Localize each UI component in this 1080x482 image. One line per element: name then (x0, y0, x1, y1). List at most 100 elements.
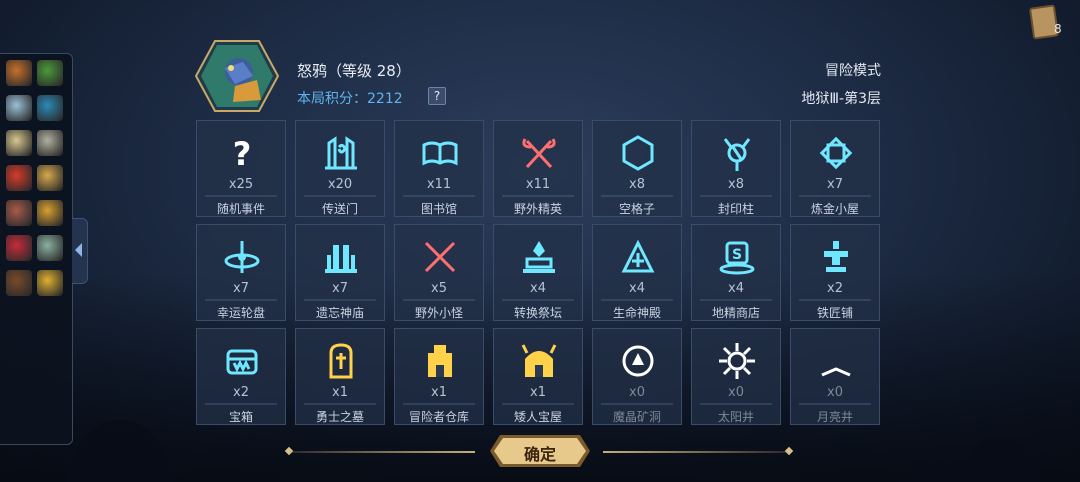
event-cell[interactable]: x5 野外小怪 (394, 224, 484, 321)
event-count: x0 (629, 385, 645, 400)
green-pack-icon[interactable] (37, 60, 63, 86)
event-cell[interactable]: x0 月亮井 (790, 328, 880, 425)
event-divider (700, 195, 772, 197)
event-divider (205, 195, 277, 197)
moon-well-icon (821, 347, 851, 377)
event-name: 遗忘神庙 (315, 306, 364, 320)
scroll-icon[interactable] (6, 130, 32, 156)
event-name: 封印柱 (717, 202, 754, 216)
event-cell[interactable]: x11 野外精英 (493, 120, 583, 217)
event-name: 宝箱 (228, 410, 253, 424)
event-name: 幸运轮盘 (216, 306, 265, 320)
event-name: 野外精英 (513, 202, 562, 216)
tome-icon[interactable] (6, 270, 32, 296)
event-cell[interactable]: x0 太阳井 (691, 328, 781, 425)
chili-icon[interactable] (6, 165, 32, 191)
event-cell[interactable]: x1 冒险者仓库 (394, 328, 484, 425)
event-cell[interactable]: x7 遗忘神庙 (295, 224, 385, 321)
event-name: 魔晶矿洞 (612, 410, 661, 424)
event-name: 炼金小屋 (810, 202, 859, 216)
event-cell[interactable]: ? x25 随机事件 (196, 120, 286, 217)
warehouse-icon (428, 345, 452, 377)
event-cell[interactable]: x20 传送门 (295, 120, 385, 217)
event-cell[interactable]: x4 转换祭坛 (493, 224, 583, 321)
event-divider (601, 299, 673, 301)
confirm-label: 确定 (523, 445, 556, 464)
sun-well-icon (719, 343, 755, 379)
collapse-panel-tab[interactable] (72, 218, 88, 284)
question-icon: ? (233, 135, 252, 173)
crossed-swords-icon (424, 241, 456, 273)
event-divider (601, 403, 673, 405)
event-cell[interactable]: x4 生命神殿 (592, 224, 682, 321)
event-divider (799, 403, 871, 405)
event-count: x7 (827, 177, 843, 192)
event-name: 转换祭坛 (513, 306, 562, 320)
event-divider (205, 403, 277, 405)
event-count: x4 (728, 281, 744, 296)
divider-line (603, 451, 788, 453)
event-count: x2 (827, 281, 843, 296)
potion-icon[interactable] (37, 235, 63, 261)
event-name: 传送门 (321, 202, 358, 216)
event-count: x0 (728, 385, 744, 400)
event-divider (601, 195, 673, 197)
event-divider (502, 403, 574, 405)
event-name: 月亮井 (816, 410, 853, 424)
event-count: x4 (629, 281, 645, 296)
confirm-button[interactable]: 确定 (488, 433, 592, 469)
card-count: 8 (1054, 22, 1062, 36)
red-orb-icon[interactable] (6, 235, 32, 261)
gold-glove-icon[interactable] (37, 200, 63, 226)
event-cell[interactable]: x8 封印柱 (691, 120, 781, 217)
event-cell[interactable]: x0 魔晶矿洞 (592, 328, 682, 425)
event-cell[interactable]: x1 矮人宝屋 (493, 328, 583, 425)
alchemy-icon (819, 136, 853, 170)
event-name: 生命神殿 (612, 306, 661, 320)
svg-text:?: ? (233, 135, 252, 173)
event-cell[interactable]: x2 铁匠铺 (790, 224, 880, 321)
blue-shell-icon[interactable] (37, 95, 63, 121)
event-count: x1 (332, 385, 348, 400)
event-divider (403, 403, 475, 405)
event-count: x0 (827, 385, 843, 400)
scroll-stone-icon[interactable] (37, 130, 63, 156)
event-count: x1 (431, 385, 447, 400)
score-label: 本局积分：2212 (297, 91, 403, 107)
event-cell[interactable]: x7 炼金小屋 (790, 120, 880, 217)
event-divider (205, 299, 277, 301)
hero-name: 怒鸦（等级 28） (297, 62, 411, 80)
event-name: 空格子 (618, 202, 655, 216)
crystal-mine-icon (622, 345, 654, 377)
svg-text:S: S (732, 247, 742, 263)
hexagon-icon (622, 135, 654, 171)
temple-icon (325, 245, 357, 273)
event-count: x1 (530, 385, 546, 400)
event-divider (403, 195, 475, 197)
event-count: x7 (233, 281, 249, 296)
map-icon[interactable] (6, 95, 32, 121)
help-button[interactable]: ? (428, 87, 446, 105)
meat-icon[interactable] (6, 200, 32, 226)
event-cell[interactable]: x11 图书馆 (394, 120, 484, 217)
event-divider (799, 299, 871, 301)
gold-bars-icon[interactable] (37, 270, 63, 296)
event-name: 随机事件 (216, 202, 265, 216)
event-cell[interactable]: x7 幸运轮盘 (196, 224, 286, 321)
event-count: x11 (426, 177, 452, 192)
torch-icon[interactable] (6, 60, 32, 86)
event-name: 图书馆 (420, 202, 457, 216)
roulette-icon (224, 241, 260, 273)
event-name: 铁匠铺 (816, 306, 853, 320)
event-cell[interactable]: x2 宝箱 (196, 328, 286, 425)
tomb-icon (329, 343, 353, 379)
event-divider (304, 299, 376, 301)
event-cell[interactable]: x8 空格子 (592, 120, 682, 217)
chest-icon (226, 349, 258, 375)
event-cell[interactable]: x1 勇士之墓 (295, 328, 385, 425)
event-cell[interactable]: Sx4 地精商店 (691, 224, 781, 321)
life-shrine-icon (621, 239, 655, 273)
alchemy-palette-icon[interactable] (37, 165, 63, 191)
portal-icon (325, 136, 357, 170)
dwarf-house-icon (521, 344, 557, 377)
